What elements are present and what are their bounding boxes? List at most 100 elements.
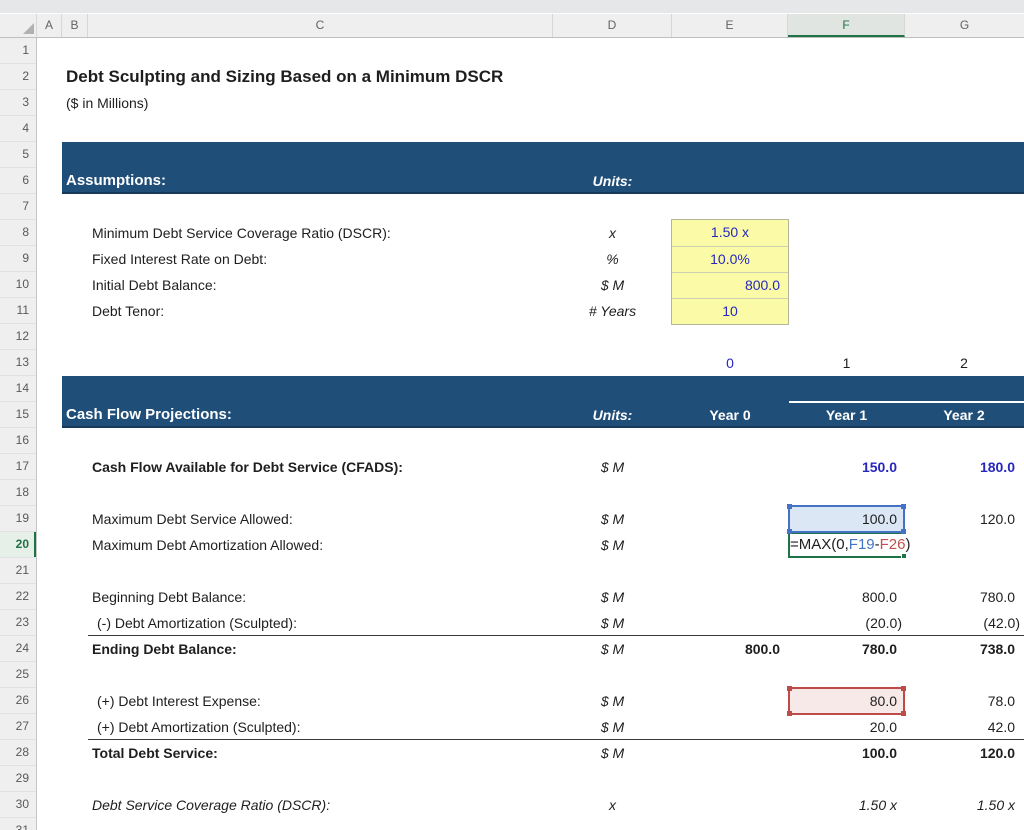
column-header-d[interactable]: D <box>553 14 672 37</box>
row-header-17[interactable]: 17 <box>0 454 36 480</box>
column-header-c[interactable]: C <box>88 14 553 37</box>
label-debt-tenor[interactable]: Debt Tenor: <box>92 298 164 324</box>
label-beginning-debt-balance[interactable]: Beginning Debt Balance: <box>92 584 246 610</box>
selection-handle-icon[interactable] <box>787 686 792 691</box>
column-header-b[interactable]: B <box>62 14 88 37</box>
input-debt-tenor[interactable]: 10 <box>672 298 788 324</box>
row-header-13[interactable]: 13 <box>0 350 36 376</box>
year1-header[interactable]: Year 1 <box>788 402 905 428</box>
row-header-14[interactable]: 14 <box>0 376 36 402</box>
row-header-24[interactable]: 24 <box>0 636 36 662</box>
selection-handle-icon[interactable] <box>901 711 906 716</box>
label-debt-interest-expense[interactable]: (+) Debt Interest Expense: <box>97 688 261 714</box>
label-ending-debt-balance[interactable]: Ending Debt Balance: <box>92 636 237 662</box>
label-dscr[interactable]: Debt Service Coverage Ratio (DSCR): <box>92 792 330 818</box>
row-header-8[interactable]: 8 <box>0 220 36 246</box>
unit-cfads[interactable]: $ M <box>553 454 672 480</box>
unit-max-debt-service[interactable]: $ M <box>553 506 672 532</box>
label-max-debt-service[interactable]: Maximum Debt Service Allowed: <box>92 506 293 532</box>
row-header-6[interactable]: 6 <box>0 168 36 194</box>
unit-debt-tenor[interactable]: # Years <box>553 298 672 324</box>
cell-G23-amortization-y2[interactable]: (42.0) <box>905 610 1023 636</box>
unit-fixed-interest-rate[interactable]: % <box>553 246 672 272</box>
row-header-25[interactable]: 25 <box>0 662 36 688</box>
row-header-15[interactable]: 15 <box>0 402 36 428</box>
row-header-10[interactable]: 10 <box>0 272 36 298</box>
cell-F26-interest-y1[interactable]: 80.0 <box>790 689 903 713</box>
row-header-1[interactable]: 1 <box>0 38 36 64</box>
assumptions-header[interactable]: Assumptions: <box>66 168 166 194</box>
cell-year-index-2[interactable]: 2 <box>905 350 1023 376</box>
label-debt-amortization-pos[interactable]: (+) Debt Amortization (Sculpted): <box>97 714 300 740</box>
unit-initial-debt-balance[interactable]: $ M <box>553 272 672 298</box>
row-header-31[interactable]: 31 <box>0 818 36 830</box>
column-header-e[interactable]: E <box>672 14 788 37</box>
row-header-29[interactable]: 29 <box>0 766 36 792</box>
row-header-22[interactable]: 22 <box>0 584 36 610</box>
cell-G24-ending-balance-y2[interactable]: 738.0 <box>905 636 1023 662</box>
label-fixed-interest-rate[interactable]: Fixed Interest Rate on Debt: <box>92 246 267 272</box>
cell-G26-interest-y2[interactable]: 78.0 <box>905 688 1023 714</box>
sheet-subtitle[interactable]: ($ in Millions) <box>66 90 148 116</box>
row-header-16[interactable]: 16 <box>0 428 36 454</box>
row-header-28[interactable]: 28 <box>0 740 36 766</box>
cell-G19-max-debt-service-y2[interactable]: 120.0 <box>905 506 1023 532</box>
row-header-5[interactable]: 5 <box>0 142 36 168</box>
row-header-26[interactable]: 26 <box>0 688 36 714</box>
row-header-2[interactable]: 2 <box>0 64 36 90</box>
row-header-19[interactable]: 19 <box>0 506 36 532</box>
year2-header[interactable]: Year 2 <box>905 402 1023 428</box>
projections-units-header[interactable]: Units: <box>553 402 672 428</box>
row-header-30[interactable]: 30 <box>0 792 36 818</box>
label-total-debt-service[interactable]: Total Debt Service: <box>92 740 218 766</box>
row-header-9[interactable]: 9 <box>0 246 36 272</box>
unit-dscr[interactable]: x <box>553 792 672 818</box>
cell-year-index-1[interactable]: 1 <box>788 350 905 376</box>
selection-handle-icon[interactable] <box>901 686 906 691</box>
select-all-corner[interactable] <box>0 14 37 37</box>
row-header-4[interactable]: 4 <box>0 116 36 142</box>
row-header-20[interactable]: 20 <box>0 532 36 558</box>
cell-G27-amortization-y2[interactable]: 42.0 <box>905 714 1023 740</box>
selection-handle-icon[interactable] <box>787 504 792 509</box>
cell-year-index-0[interactable]: 0 <box>672 350 788 376</box>
cell-F30-dscr-y1[interactable]: 1.50 x <box>788 792 905 818</box>
row-header-11[interactable]: 11 <box>0 298 36 324</box>
unit-beginning-debt-balance[interactable]: $ M <box>553 584 672 610</box>
row-header-7[interactable]: 7 <box>0 194 36 220</box>
assumptions-units-header[interactable]: Units: <box>553 168 672 194</box>
input-min-dscr[interactable]: 1.50 x <box>672 220 788 246</box>
cell-F17-cfads-y1[interactable]: 150.0 <box>788 454 905 480</box>
selection-handle-icon[interactable] <box>901 504 906 509</box>
input-interest-rate[interactable]: 10.0% <box>672 246 788 272</box>
column-header-g[interactable]: G <box>905 14 1024 37</box>
unit-total-debt-service[interactable]: $ M <box>553 740 672 766</box>
row-header-21[interactable]: 21 <box>0 558 36 584</box>
formula-being-edited[interactable]: =MAX(0,F19-F26) <box>790 534 911 556</box>
row-header-23[interactable]: 23 <box>0 610 36 636</box>
cell-G17-cfads-y2[interactable]: 180.0 <box>905 454 1023 480</box>
column-header-f-selected[interactable]: F <box>788 14 905 37</box>
row-header-12[interactable]: 12 <box>0 324 36 350</box>
label-min-dscr[interactable]: Minimum Debt Service Coverage Ratio (DSC… <box>92 220 391 246</box>
year0-header[interactable]: Year 0 <box>672 402 788 428</box>
row-header-18[interactable]: 18 <box>0 480 36 506</box>
unit-ending-debt-balance[interactable]: $ M <box>553 636 672 662</box>
cell-G28-total-debt-service-y2[interactable]: 120.0 <box>905 740 1023 766</box>
unit-debt-interest-expense[interactable]: $ M <box>553 688 672 714</box>
cell-G30-dscr-y2[interactable]: 1.50 x <box>905 792 1023 818</box>
row-header-27[interactable]: 27 <box>0 714 36 740</box>
cell-F28-total-debt-service-y1[interactable]: 100.0 <box>788 740 905 766</box>
sheet-title[interactable]: Debt Sculpting and Sizing Based on a Min… <box>66 64 503 90</box>
cell-F22-beginning-balance-y1[interactable]: 800.0 <box>788 584 905 610</box>
cell-F24-ending-balance-y1[interactable]: 780.0 <box>788 636 905 662</box>
input-initial-debt-balance[interactable]: 800.0 <box>672 272 788 298</box>
cell-F27-amortization-y1[interactable]: 20.0 <box>788 714 905 740</box>
projections-header[interactable]: Cash Flow Projections: <box>66 402 232 428</box>
label-cfads[interactable]: Cash Flow Available for Debt Service (CF… <box>92 454 403 480</box>
label-debt-amortization-neg[interactable]: (-) Debt Amortization (Sculpted): <box>97 610 297 636</box>
unit-max-debt-amortization[interactable]: $ M <box>553 532 672 558</box>
cell-G22-beginning-balance-y2[interactable]: 780.0 <box>905 584 1023 610</box>
cell-E24-ending-balance-y0[interactable]: 800.0 <box>672 636 788 662</box>
cell-F23-amortization-y1[interactable]: (20.0) <box>788 610 905 636</box>
